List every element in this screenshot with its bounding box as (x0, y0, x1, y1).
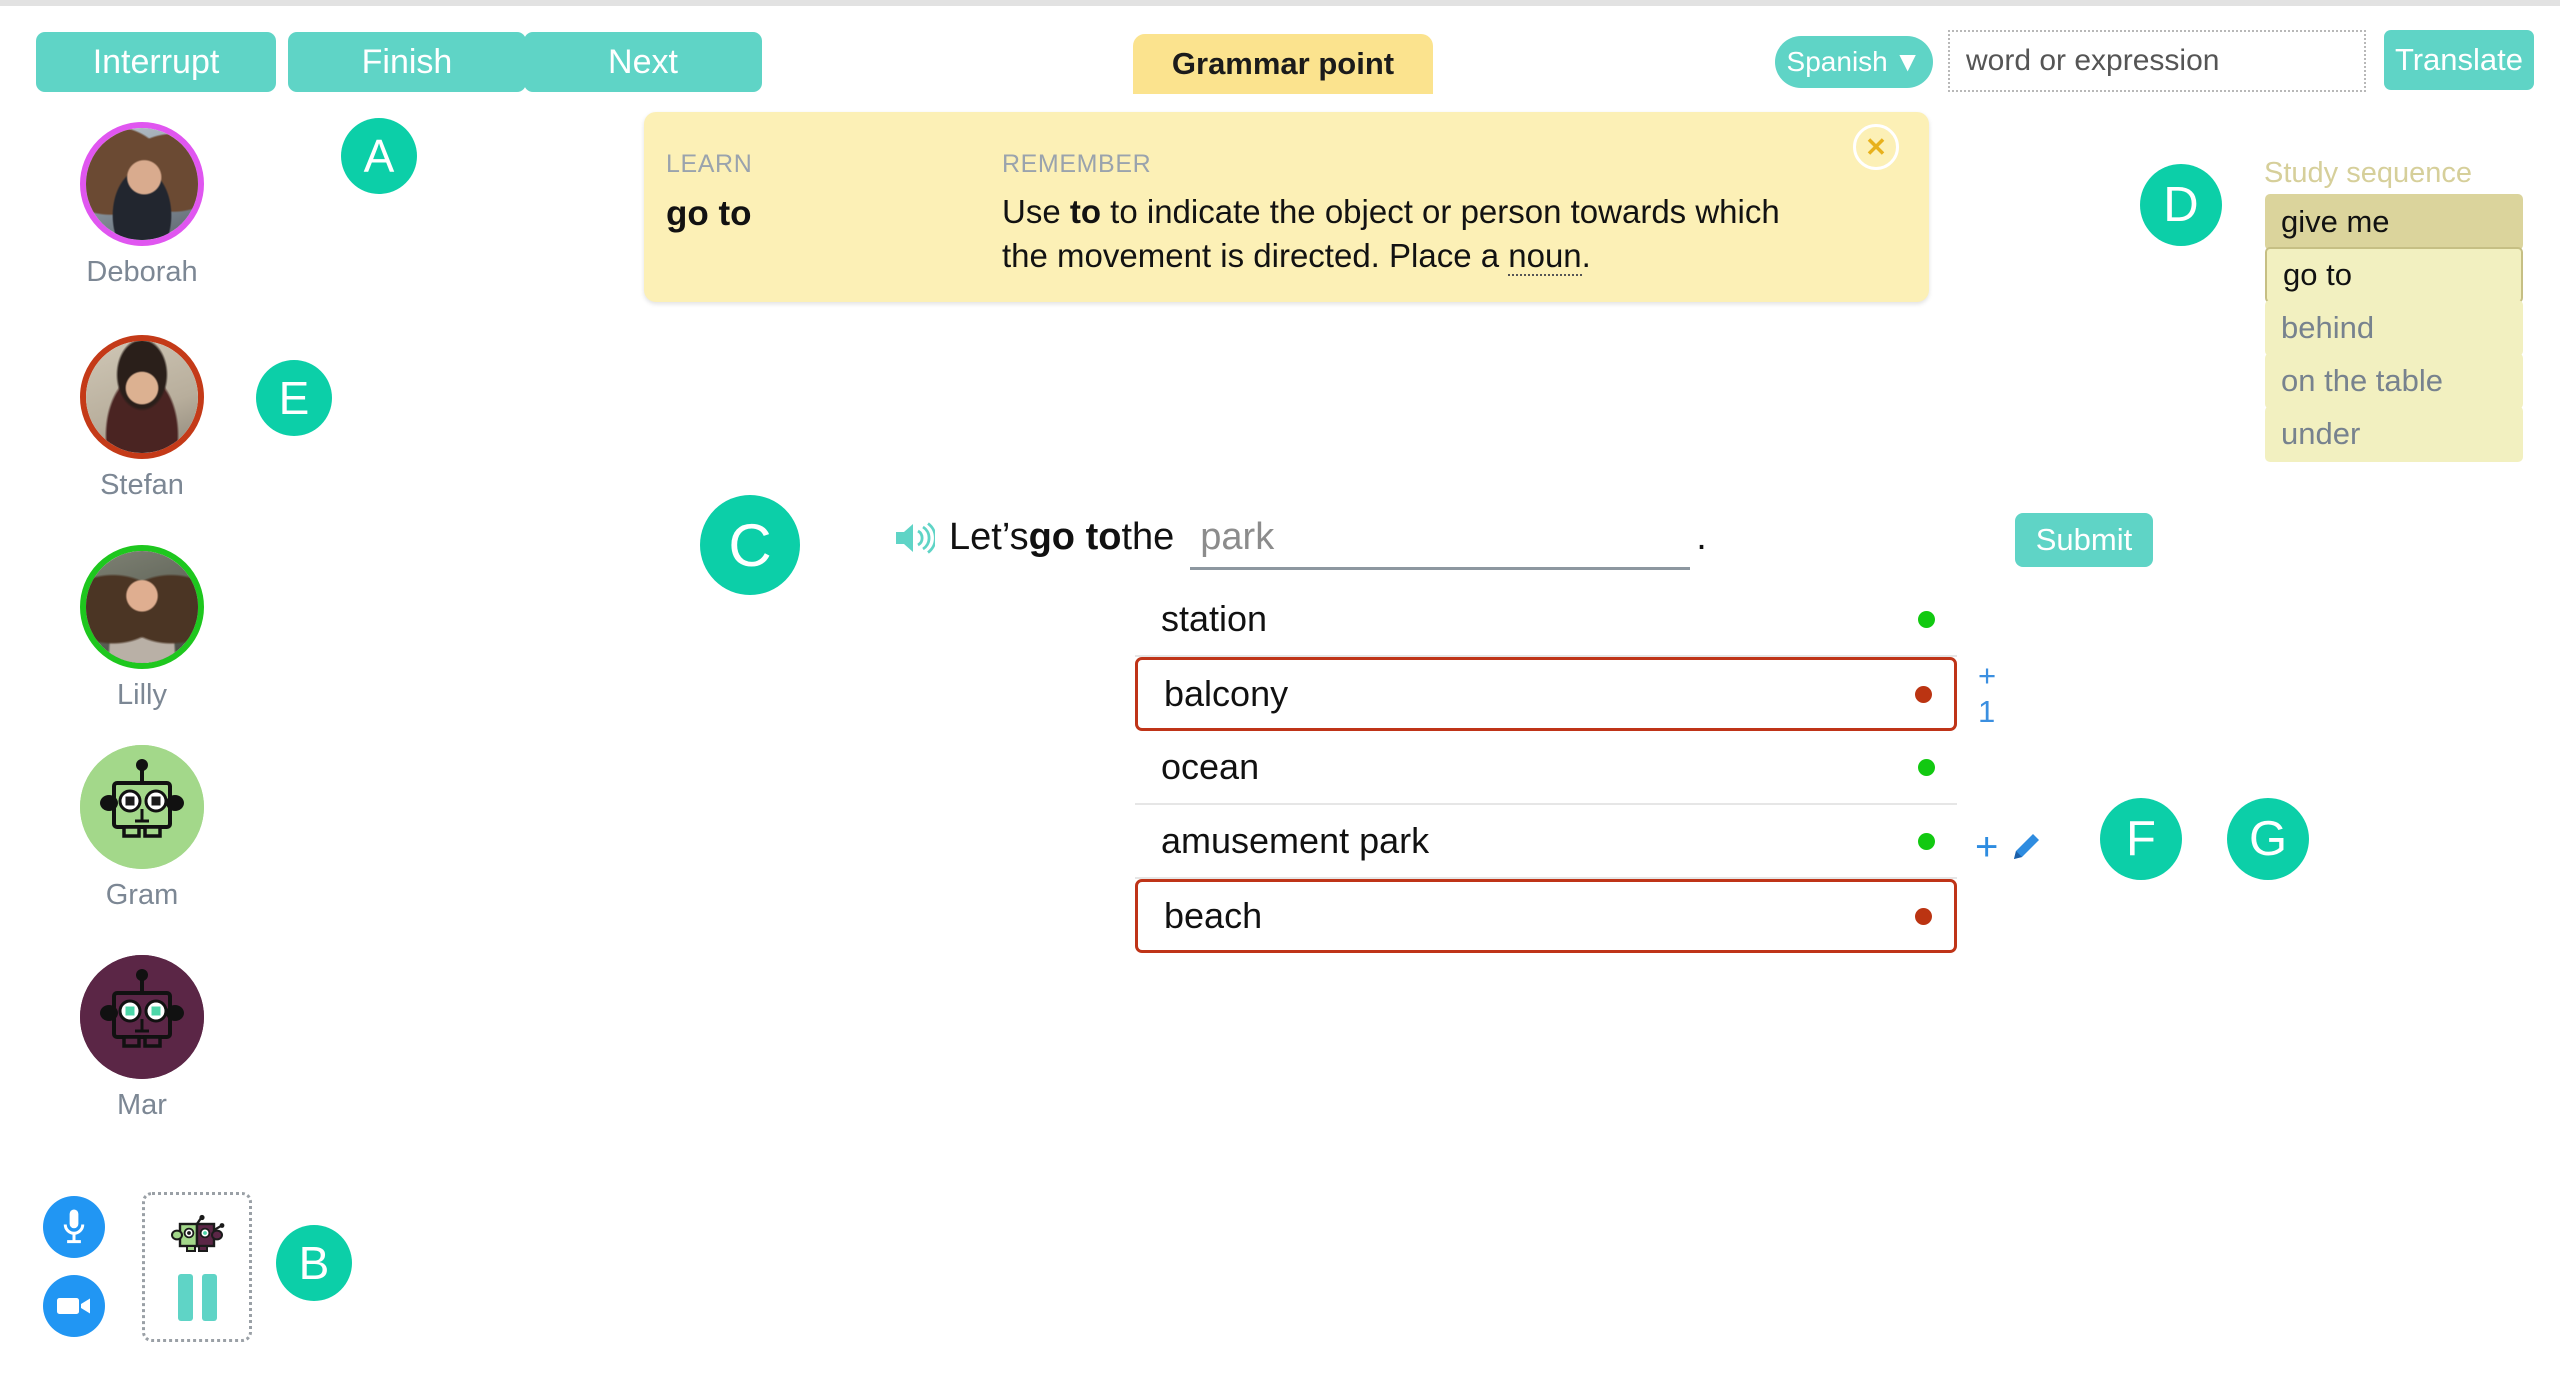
language-select[interactable]: Spanish ▼ (1775, 36, 1933, 88)
plus-icon[interactable]: + (1975, 827, 1998, 867)
participant-name: Stefan (100, 469, 184, 501)
camera-icon[interactable] (43, 1275, 105, 1337)
learn-label: LEARN (666, 150, 753, 178)
study-sequence-item-label: go to (2283, 257, 2352, 292)
pause-icon[interactable] (177, 1273, 217, 1321)
suggestion-label: balcony (1164, 673, 1289, 714)
suggestion-row-actions: + (1975, 827, 2042, 867)
close-icon[interactable]: ✕ (1853, 124, 1899, 170)
participant-name: Lilly (117, 679, 167, 711)
suggestion-list: station balcony + 1 ocean amusement park beac… (1135, 583, 1996, 953)
next-button[interactable]: Next (524, 32, 762, 92)
study-sequence-item-label: give me (2281, 204, 2390, 239)
annotation-marker-f: F (2100, 798, 2182, 880)
annotation-marker-g: G (2227, 798, 2309, 880)
avatar (80, 955, 204, 1079)
participant-stefan[interactable]: Stefan (68, 335, 216, 502)
study-sequence-item-on-the-table[interactable]: on the table (2265, 353, 2523, 409)
grammar-point-panel: ✕ LEARN go to REMEMBER Use to to indicat… (644, 112, 1929, 302)
translate-input[interactable] (1948, 30, 2366, 92)
study-sequence-item-behind[interactable]: behind (2265, 300, 2523, 356)
learn-value: go to (666, 194, 752, 233)
remember-text-1: Use (1002, 193, 1070, 230)
top-divider (0, 0, 2560, 6)
status-dot-valid (1918, 832, 1935, 850)
avatar (80, 335, 204, 459)
finish-button[interactable]: Finish (288, 32, 526, 92)
remember-label: REMEMBER (1002, 150, 1152, 178)
sentence-target-phrase: go to (1028, 516, 1122, 558)
study-sequence-item-go-to[interactable]: go to (2265, 247, 2523, 303)
suggestion-label: beach (1164, 895, 1263, 936)
suggestion-label: station (1161, 598, 1268, 639)
remember-underlined: noun (1508, 236, 1582, 276)
remember-text-3: . (1581, 236, 1591, 274)
split-robot-icon (171, 1214, 225, 1252)
exercise-sentence: Let’s go to the . (893, 516, 1707, 570)
study-sequence-item-label: under (2281, 416, 2361, 451)
status-dot-invalid (1915, 907, 1932, 925)
speaker-icon[interactable] (893, 520, 937, 566)
robot-icon (80, 955, 204, 1079)
avatar-photo (86, 341, 198, 453)
avatar (80, 122, 204, 246)
remember-value: Use to to indicate the object or person … (1002, 190, 1802, 277)
study-sequence-item-label: behind (2281, 310, 2375, 345)
suggestion-row[interactable]: ocean (1135, 731, 1957, 805)
participant-lilly[interactable]: Lilly (68, 545, 216, 712)
submit-button[interactable]: Submit (2015, 513, 2153, 567)
translate-button[interactable]: Translate (2384, 30, 2534, 90)
robot-icon (80, 745, 204, 869)
participant-mar[interactable]: Mar (68, 955, 216, 1122)
study-sequence-title: Study sequence (2264, 157, 2472, 189)
remember-bold: to (1069, 193, 1102, 230)
avatar (80, 745, 204, 869)
grammar-point-tab[interactable]: Grammar point (1133, 34, 1433, 94)
suggestion-count-badge: + 1 (1978, 658, 1997, 729)
participant-deborah[interactable]: Deborah (68, 122, 216, 289)
interrupt-button[interactable]: Interrupt (36, 32, 276, 92)
avatar (80, 545, 204, 669)
participant-gram[interactable]: Gram (68, 745, 216, 912)
bot-toggle-panel[interactable] (142, 1192, 252, 1342)
suggestion-label: ocean (1161, 746, 1260, 787)
status-dot-valid (1918, 610, 1935, 628)
status-dot-invalid (1915, 685, 1932, 703)
participant-name: Deborah (86, 256, 198, 288)
participant-name: Gram (105, 879, 179, 911)
suggestion-row[interactable]: beach (1135, 879, 1957, 953)
study-sequence-item-under[interactable]: under (2265, 406, 2523, 462)
avatar-photo (86, 551, 198, 663)
chevron-down-icon: ▼ (1893, 46, 1922, 77)
suggestion-label: amusement park (1161, 820, 1430, 861)
sentence-period: . (1696, 516, 1707, 558)
suggestion-row[interactable]: amusement park (1135, 805, 1957, 879)
remember-text-2: to indicate the object or person towards… (1002, 193, 1780, 274)
annotation-marker-a: A (341, 118, 417, 194)
participant-name: Mar (117, 1089, 167, 1121)
annotation-marker-e: E (256, 360, 332, 436)
suggestion-row[interactable]: balcony + 1 (1135, 657, 1996, 731)
microphone-icon[interactable] (43, 1196, 105, 1258)
sentence-article: the (1121, 516, 1175, 558)
annotation-marker-b: B (276, 1225, 352, 1301)
graduation-cap-icon (182, 128, 198, 146)
suggestion-row[interactable]: station (1135, 583, 1957, 657)
annotation-marker-c: C (700, 495, 800, 595)
answer-input[interactable] (1190, 516, 1691, 570)
annotation-marker-d: D (2140, 164, 2222, 246)
status-dot-valid (1918, 758, 1935, 776)
pencil-icon[interactable] (2010, 831, 2042, 863)
study-sequence-item-give-me[interactable]: give me (2265, 194, 2523, 250)
app-root: Interrupt Finish Next Spanish ▼ Translat… (0, 0, 2560, 1380)
study-sequence-item-label: on the table (2281, 363, 2444, 398)
language-label: Spanish (1786, 46, 1888, 77)
sentence-prefix: Let’s (949, 516, 1029, 558)
